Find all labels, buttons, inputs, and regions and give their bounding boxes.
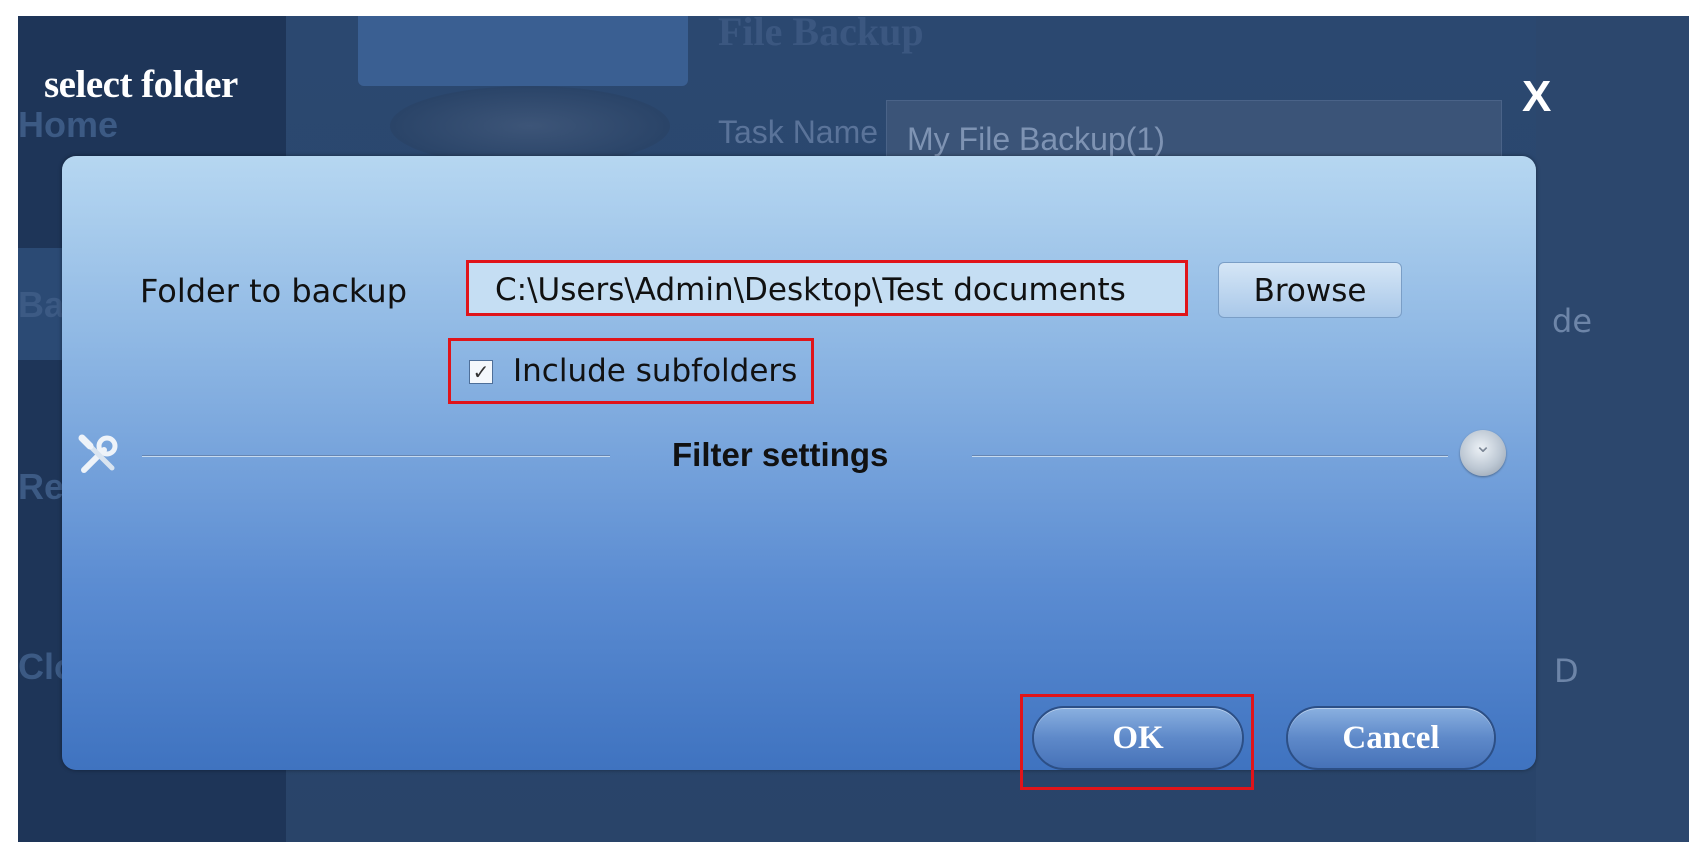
folder-path-input[interactable]: C:\Users\Admin\Desktop\Test documents (466, 260, 1188, 316)
browse-button[interactable]: Browse (1218, 262, 1402, 318)
monitor-illustration (358, 16, 688, 86)
cancel-button[interactable]: Cancel (1286, 706, 1496, 770)
filter-settings-title: Filter settings (672, 436, 889, 473)
background-page-title: File Backup (718, 16, 924, 54)
background-right-strip (1536, 16, 1689, 842)
close-button[interactable]: X (1522, 72, 1551, 122)
include-subfolders-label[interactable]: Include subfolders (513, 353, 797, 389)
background-sidebar-item: Home (18, 104, 119, 145)
background-sidebar-item: Re (18, 466, 65, 507)
filter-divider-right (972, 455, 1448, 456)
background-right-text: D (1554, 652, 1579, 690)
filter-divider-left (142, 455, 610, 456)
folder-to-backup-label: Folder to backup (140, 272, 408, 310)
tools-icon (76, 434, 120, 486)
background-sidebar-item: Ba (18, 284, 65, 325)
include-subfolders-highlight: ✓ Include subfolders (448, 338, 814, 404)
include-subfolders-checkbox[interactable]: ✓ (469, 360, 493, 384)
chevron-down-icon: ⌄ (1474, 433, 1492, 457)
ok-button[interactable]: OK (1032, 706, 1244, 770)
background-task-name-label: Task Name (718, 114, 879, 150)
expand-filter-button[interactable]: ⌄ (1460, 430, 1506, 476)
monitor-stand-illustration (390, 86, 670, 166)
dialog-title: select folder (44, 63, 238, 106)
background-right-text: de (1552, 302, 1592, 340)
select-folder-dialog: Folder to backup C:\Users\Admin\Desktop\… (62, 156, 1536, 790)
app-window: Home Ba Re Clo File Backup Task Name My … (18, 16, 1689, 842)
